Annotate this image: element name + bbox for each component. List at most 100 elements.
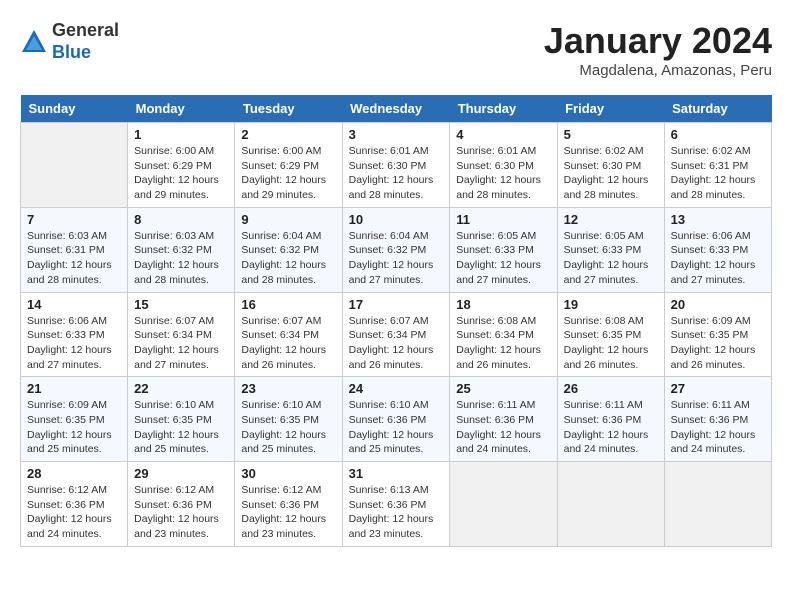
day-number: 15 bbox=[134, 297, 228, 312]
day-number: 13 bbox=[671, 212, 765, 227]
calendar-cell: 11 Sunrise: 6:05 AM Sunset: 6:33 PM Dayli… bbox=[450, 207, 557, 292]
calendar-cell bbox=[21, 123, 128, 208]
calendar-cell: 8Sunrise: 6:03 AM Sunset: 6:32 PM Daylig… bbox=[128, 207, 235, 292]
day-number: 10 bbox=[349, 212, 444, 227]
logo: General Blue bbox=[20, 20, 119, 63]
day-number: 2 bbox=[241, 127, 335, 142]
calendar-cell bbox=[557, 462, 664, 547]
day-info: Sunrise: 6:12 AM Sunset: 6:36 PM Dayligh… bbox=[134, 483, 228, 542]
location: Magdalena, Amazonas, Peru bbox=[544, 62, 772, 79]
day-info: Sunrise: 6:05 AM Sunset: 6:33 PM Dayligh… bbox=[564, 229, 658, 288]
page-header: General Blue January 2024 Magdalena, Ama… bbox=[20, 20, 772, 79]
day-info: Sunrise: 6:12 AM Sunset: 6:36 PM Dayligh… bbox=[27, 483, 121, 542]
calendar-cell: 31 Sunrise: 6:13 AM Sunset: 6:36 PM Dayli… bbox=[342, 462, 450, 547]
calendar-cell: 18 Sunrise: 6:08 AM Sunset: 6:34 PM Dayli… bbox=[450, 292, 557, 377]
day-info: Sunrise: 6:07 AM Sunset: 6:34 PM Dayligh… bbox=[134, 314, 228, 373]
day-info: Sunrise: 6:10 AM Sunset: 6:35 PM Dayligh… bbox=[134, 398, 228, 457]
calendar-week-row: 28 Sunrise: 6:12 AM Sunset: 6:36 PM Dayli… bbox=[21, 462, 772, 547]
logo-general-text: General bbox=[52, 20, 119, 40]
column-header-saturday: Saturday bbox=[664, 95, 771, 123]
day-info: Sunrise: 6:11 AM Sunset: 6:36 PM Dayligh… bbox=[564, 398, 658, 457]
day-number: 25 bbox=[456, 381, 550, 396]
calendar-cell: 5 Sunrise: 6:02 AM Sunset: 6:30 PM Daylig… bbox=[557, 123, 664, 208]
day-number: 16 bbox=[241, 297, 335, 312]
day-number: 4 bbox=[456, 127, 550, 142]
calendar-cell: 23 Sunrise: 6:10 AM Sunset: 6:35 PM Dayli… bbox=[235, 377, 342, 462]
column-header-sunday: Sunday bbox=[21, 95, 128, 123]
day-number: 5 bbox=[564, 127, 658, 142]
calendar-cell: 15 Sunrise: 6:07 AM Sunset: 6:34 PM Dayli… bbox=[128, 292, 235, 377]
calendar-cell: 24Sunrise: 6:10 AM Sunset: 6:36 PM Dayli… bbox=[342, 377, 450, 462]
day-info: Sunrise: 6:00 AM Sunset: 6:29 PM Dayligh… bbox=[134, 144, 228, 203]
day-info: Sunrise: 6:09 AM Sunset: 6:35 PM Dayligh… bbox=[27, 398, 121, 457]
calendar-cell: 9 Sunrise: 6:04 AM Sunset: 6:32 PM Daylig… bbox=[235, 207, 342, 292]
day-number: 12 bbox=[564, 212, 658, 227]
calendar-cell: 30Sunrise: 6:12 AM Sunset: 6:36 PM Dayli… bbox=[235, 462, 342, 547]
calendar-table: SundayMondayTuesdayWednesdayThursdayFrid… bbox=[20, 95, 772, 547]
calendar-cell bbox=[450, 462, 557, 547]
logo-blue-text: Blue bbox=[52, 42, 91, 62]
day-number: 27 bbox=[671, 381, 765, 396]
calendar-header-row: SundayMondayTuesdayWednesdayThursdayFrid… bbox=[21, 95, 772, 123]
day-number: 30 bbox=[241, 466, 335, 481]
calendar-cell: 21 Sunrise: 6:09 AM Sunset: 6:35 PM Dayli… bbox=[21, 377, 128, 462]
column-header-friday: Friday bbox=[557, 95, 664, 123]
calendar-cell: 1 Sunrise: 6:00 AM Sunset: 6:29 PM Daylig… bbox=[128, 123, 235, 208]
day-info: Sunrise: 6:02 AM Sunset: 6:30 PM Dayligh… bbox=[564, 144, 658, 203]
day-info: Sunrise: 6:09 AM Sunset: 6:35 PM Dayligh… bbox=[671, 314, 765, 373]
logo-icon bbox=[20, 28, 48, 56]
day-info: Sunrise: 6:03 AM Sunset: 6:31 PM Dayligh… bbox=[27, 229, 121, 288]
calendar-cell bbox=[664, 462, 771, 547]
day-number: 21 bbox=[27, 381, 121, 396]
day-number: 6 bbox=[671, 127, 765, 142]
calendar-week-row: 1 Sunrise: 6:00 AM Sunset: 6:29 PM Daylig… bbox=[21, 123, 772, 208]
day-info: Sunrise: 6:06 AM Sunset: 6:33 PM Dayligh… bbox=[671, 229, 765, 288]
calendar-cell: 3Sunrise: 6:01 AM Sunset: 6:30 PM Daylig… bbox=[342, 123, 450, 208]
column-header-tuesday: Tuesday bbox=[235, 95, 342, 123]
day-number: 7 bbox=[27, 212, 121, 227]
title-block: January 2024 Magdalena, Amazonas, Peru bbox=[544, 20, 772, 79]
day-number: 19 bbox=[564, 297, 658, 312]
calendar-cell: 29 Sunrise: 6:12 AM Sunset: 6:36 PM Dayli… bbox=[128, 462, 235, 547]
calendar-cell: 4 Sunrise: 6:01 AM Sunset: 6:30 PM Daylig… bbox=[450, 123, 557, 208]
day-info: Sunrise: 6:04 AM Sunset: 6:32 PM Dayligh… bbox=[349, 229, 444, 288]
day-info: Sunrise: 6:13 AM Sunset: 6:36 PM Dayligh… bbox=[349, 483, 444, 542]
calendar-cell: 12 Sunrise: 6:05 AM Sunset: 6:33 PM Dayli… bbox=[557, 207, 664, 292]
column-header-thursday: Thursday bbox=[450, 95, 557, 123]
day-info: Sunrise: 6:01 AM Sunset: 6:30 PM Dayligh… bbox=[456, 144, 550, 203]
calendar-cell: 22 Sunrise: 6:10 AM Sunset: 6:35 PM Dayli… bbox=[128, 377, 235, 462]
column-header-monday: Monday bbox=[128, 95, 235, 123]
day-info: Sunrise: 6:07 AM Sunset: 6:34 PM Dayligh… bbox=[349, 314, 444, 373]
day-number: 11 bbox=[456, 212, 550, 227]
day-number: 20 bbox=[671, 297, 765, 312]
day-info: Sunrise: 6:04 AM Sunset: 6:32 PM Dayligh… bbox=[241, 229, 335, 288]
day-info: Sunrise: 6:08 AM Sunset: 6:35 PM Dayligh… bbox=[564, 314, 658, 373]
calendar-cell: 2Sunrise: 6:00 AM Sunset: 6:29 PM Daylig… bbox=[235, 123, 342, 208]
calendar-cell: 10 Sunrise: 6:04 AM Sunset: 6:32 PM Dayli… bbox=[342, 207, 450, 292]
day-number: 22 bbox=[134, 381, 228, 396]
day-info: Sunrise: 6:08 AM Sunset: 6:34 PM Dayligh… bbox=[456, 314, 550, 373]
day-number: 29 bbox=[134, 466, 228, 481]
calendar-cell: 19 Sunrise: 6:08 AM Sunset: 6:35 PM Dayli… bbox=[557, 292, 664, 377]
calendar-cell: 16 Sunrise: 6:07 AM Sunset: 6:34 PM Dayli… bbox=[235, 292, 342, 377]
calendar-cell: 7 Sunrise: 6:03 AM Sunset: 6:31 PM Daylig… bbox=[21, 207, 128, 292]
day-number: 31 bbox=[349, 466, 444, 481]
day-number: 26 bbox=[564, 381, 658, 396]
day-number: 9 bbox=[241, 212, 335, 227]
day-number: 23 bbox=[241, 381, 335, 396]
day-info: Sunrise: 6:10 AM Sunset: 6:35 PM Dayligh… bbox=[241, 398, 335, 457]
month-title: January 2024 bbox=[544, 20, 772, 62]
day-info: Sunrise: 6:02 AM Sunset: 6:31 PM Dayligh… bbox=[671, 144, 765, 203]
day-number: 18 bbox=[456, 297, 550, 312]
day-info: Sunrise: 6:06 AM Sunset: 6:33 PM Dayligh… bbox=[27, 314, 121, 373]
calendar-cell: 25Sunrise: 6:11 AM Sunset: 6:36 PM Dayli… bbox=[450, 377, 557, 462]
calendar-cell: 17Sunrise: 6:07 AM Sunset: 6:34 PM Dayli… bbox=[342, 292, 450, 377]
day-number: 1 bbox=[134, 127, 228, 142]
column-header-wednesday: Wednesday bbox=[342, 95, 450, 123]
calendar-cell: 14Sunrise: 6:06 AM Sunset: 6:33 PM Dayli… bbox=[21, 292, 128, 377]
calendar-cell: 26 Sunrise: 6:11 AM Sunset: 6:36 PM Dayli… bbox=[557, 377, 664, 462]
calendar-week-row: 14Sunrise: 6:06 AM Sunset: 6:33 PM Dayli… bbox=[21, 292, 772, 377]
day-info: Sunrise: 6:05 AM Sunset: 6:33 PM Dayligh… bbox=[456, 229, 550, 288]
day-info: Sunrise: 6:07 AM Sunset: 6:34 PM Dayligh… bbox=[241, 314, 335, 373]
day-number: 28 bbox=[27, 466, 121, 481]
